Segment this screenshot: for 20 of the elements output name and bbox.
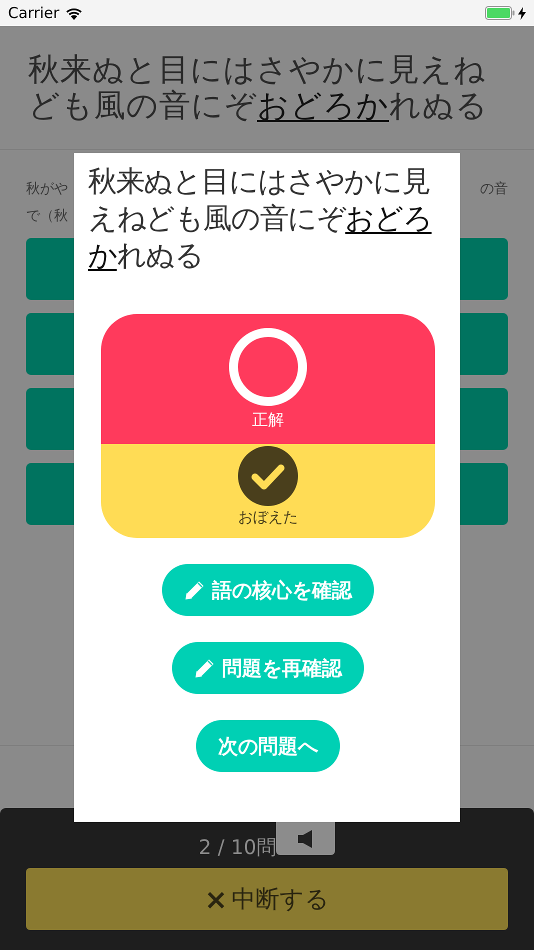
action-button[interactable]: 語の核心を確認 [162,564,374,616]
battery-icon [485,6,515,20]
explanation-text: の音 [480,180,508,199]
wifi-icon [65,6,84,20]
memorized-label: おぼえた [238,508,298,527]
speaker-icon [298,830,314,848]
action-button[interactable]: 問題を再確認 [172,642,364,694]
result-label: 正解 [252,410,284,431]
explanation-text: 秋がや [26,180,68,199]
carrier-label: Carrier [8,4,60,22]
question-text: 秋来ぬと目にはさやかに見えねども風の音にぞおどろかれぬる [88,163,433,274]
explanation-text: で（秋 [26,207,68,226]
sound-button[interactable] [276,822,336,855]
pencil-icon [194,657,216,679]
checkbox[interactable] [238,446,298,506]
pencil-icon [184,579,206,601]
action-button[interactable]: 次の問題へ [196,720,340,772]
question-title: 秋来ぬと目にはさやかに見えねども風の音にぞおどろかれぬる [28,52,489,124]
progress-counter: 2 / 10問 [198,834,276,861]
abort-button[interactable]: ×中断する [26,868,508,930]
